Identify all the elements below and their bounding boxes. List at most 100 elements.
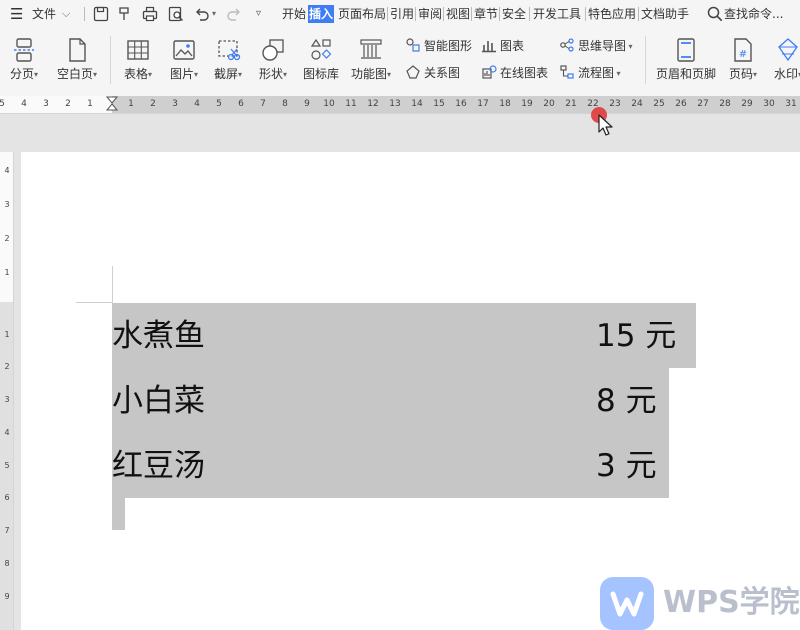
ruler-number: 7 bbox=[260, 99, 266, 109]
ruler-number: 12 bbox=[367, 99, 379, 109]
ruler-number: 13 bbox=[389, 99, 401, 109]
tab-doc-assistant[interactable]: 文档助手 bbox=[640, 5, 690, 23]
undo-icon[interactable] bbox=[193, 5, 211, 23]
ruler-number: 20 bbox=[543, 99, 555, 109]
picture-button[interactable]: 图片▾ bbox=[164, 32, 204, 88]
tab-page-layout[interactable]: 页面布局 bbox=[337, 5, 387, 23]
header-footer-icon bbox=[672, 36, 700, 64]
file-menu[interactable]: 文件 bbox=[32, 0, 56, 28]
tab-insert[interactable]: 插入 bbox=[308, 5, 335, 23]
function-chart-label: 功能图 bbox=[350, 67, 387, 81]
table-button[interactable]: 表格▾ bbox=[118, 32, 158, 88]
ruler-number: 4 bbox=[4, 428, 10, 437]
tab-review[interactable]: 审阅 bbox=[417, 5, 443, 23]
tab-home[interactable]: 开始 bbox=[281, 5, 307, 23]
save-icon[interactable] bbox=[92, 5, 110, 23]
ruler-number: 26 bbox=[675, 99, 687, 109]
ruler-number: 2 bbox=[4, 362, 10, 371]
dish-name[interactable]: 红豆汤 bbox=[112, 446, 205, 486]
page-number-button[interactable]: # 页码▾ bbox=[724, 32, 762, 88]
mind-map-label: 思维导图 bbox=[578, 39, 627, 53]
horizontal-ruler[interactable]: 5 4 3 2 1 1 2 3 4 5 6 7 8 9 10 11 12 13 … bbox=[0, 96, 800, 114]
dish-price[interactable]: 3 元 bbox=[596, 446, 657, 486]
hamburger-icon[interactable]: ☰ bbox=[10, 0, 23, 28]
ruler-number: 4 bbox=[194, 99, 200, 109]
ruler-number: 16 bbox=[455, 99, 467, 109]
chart-button[interactable]: 图表 bbox=[481, 36, 524, 56]
ruler-number: 25 bbox=[653, 99, 665, 109]
relation-chart-button[interactable]: 关系图 bbox=[405, 63, 460, 83]
online-chart-button[interactable]: 在线图表 bbox=[481, 63, 548, 83]
divider bbox=[499, 7, 500, 21]
chart-icon bbox=[481, 37, 497, 53]
tab-security[interactable]: 安全 bbox=[501, 5, 527, 23]
mind-map-button[interactable]: 思维导图 ▾ bbox=[559, 36, 633, 56]
print-preview-icon[interactable] bbox=[167, 5, 185, 23]
icon-library-button[interactable]: 图标库 bbox=[299, 32, 343, 88]
online-chart-label: 在线图表 bbox=[500, 66, 549, 80]
ruler-number: 27 bbox=[697, 99, 709, 109]
tab-special-apps[interactable]: 特色应用 bbox=[587, 5, 637, 23]
format-painter-icon[interactable] bbox=[116, 5, 134, 23]
flowchart-button[interactable]: 流程图 ▾ bbox=[559, 63, 621, 83]
margin-corner-mark bbox=[76, 302, 113, 303]
ruler-number: 1 bbox=[128, 99, 134, 109]
ruler-number: 4 bbox=[4, 166, 10, 175]
ruler-number: 18 bbox=[499, 99, 511, 109]
tab-developer[interactable]: 开发工具 bbox=[532, 5, 582, 23]
dish-price[interactable]: 8 元 bbox=[596, 381, 657, 421]
indent-marker-icon[interactable] bbox=[106, 96, 118, 113]
undo-dropdown-icon[interactable]: ▾ bbox=[212, 0, 216, 28]
ruler-number: 5 bbox=[216, 99, 222, 109]
watermark-button[interactable]: 水印▾ bbox=[768, 32, 800, 88]
dish-price[interactable]: 15 元 bbox=[596, 316, 676, 356]
ruler-number: 30 bbox=[763, 99, 775, 109]
ribbon-divider bbox=[645, 36, 646, 84]
smart-shape-label: 智能图形 bbox=[424, 39, 473, 53]
smart-shape-icon bbox=[405, 37, 421, 53]
function-chart-icon bbox=[357, 36, 385, 64]
ruler-number: 15 bbox=[433, 99, 445, 109]
function-chart-button[interactable]: 功能图▾ bbox=[348, 32, 394, 88]
ruler-number: 3 bbox=[4, 395, 10, 404]
screenshot-button[interactable]: 截屏▾ bbox=[208, 32, 248, 88]
ruler-number: 10 bbox=[323, 99, 335, 109]
customize-toolbar-icon[interactable]: ▿ bbox=[256, 0, 261, 28]
print-icon[interactable] bbox=[141, 5, 159, 23]
dish-name[interactable]: 小白菜 bbox=[112, 381, 205, 421]
smart-shape-button[interactable]: 智能图形 bbox=[405, 36, 472, 56]
vertical-ruler[interactable]: 4 3 2 1 1 2 3 4 5 6 7 8 9 bbox=[0, 152, 14, 630]
page-break-icon bbox=[10, 36, 38, 64]
ruler-number: 1 bbox=[4, 268, 10, 277]
ruler-number: 6 bbox=[4, 493, 10, 502]
shapes-button[interactable]: 形状▾ bbox=[253, 32, 293, 88]
ruler-number: 4 bbox=[21, 99, 27, 109]
page-break-button[interactable]: 分页▾ bbox=[6, 32, 42, 88]
flowchart-icon bbox=[559, 64, 575, 80]
ruler-number: 2 bbox=[4, 234, 10, 243]
divider bbox=[387, 7, 388, 21]
table-label: 表格 bbox=[123, 67, 148, 81]
ruler-number: 19 bbox=[521, 99, 533, 109]
tab-section[interactable]: 章节 bbox=[473, 5, 499, 23]
redo-icon[interactable] bbox=[225, 5, 243, 23]
header-footer-button[interactable]: 页眉和页脚 bbox=[654, 32, 718, 88]
tab-view[interactable]: 视图 bbox=[445, 5, 471, 23]
search-icon[interactable] bbox=[706, 5, 724, 23]
divider bbox=[443, 7, 444, 21]
ruler-number: 28 bbox=[719, 99, 731, 109]
mind-map-icon bbox=[559, 37, 575, 53]
picture-label: 图片 bbox=[169, 67, 194, 81]
command-search[interactable]: 查找命令... bbox=[724, 0, 783, 28]
dish-name[interactable]: 水煮鱼 bbox=[112, 316, 205, 356]
blank-page-label: 空白页 bbox=[56, 67, 93, 81]
ruler-number: 5 bbox=[0, 99, 5, 109]
tab-references[interactable]: 引用 bbox=[389, 5, 415, 23]
document-page[interactable]: 水煮鱼 15 元 小白菜 8 元 红豆汤 3 元 bbox=[21, 152, 800, 630]
chart-label: 图表 bbox=[500, 39, 525, 53]
page-number-label: 页码 bbox=[728, 67, 753, 81]
blank-page-button[interactable]: 空白页▾ bbox=[52, 32, 102, 88]
chevron-down-icon[interactable]: ⌵ bbox=[62, 0, 70, 28]
icon-library-icon bbox=[307, 36, 335, 64]
svg-text:#: # bbox=[739, 49, 747, 60]
